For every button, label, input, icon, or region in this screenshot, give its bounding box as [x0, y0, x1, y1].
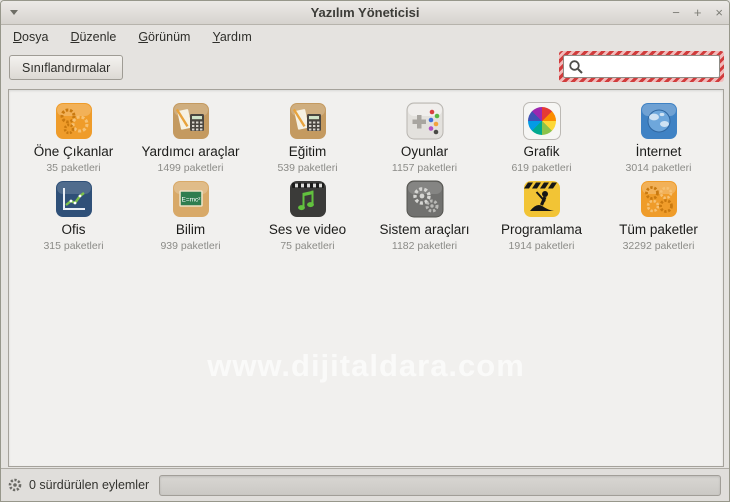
accessories-icon	[172, 103, 209, 139]
close-button[interactable]: ×	[715, 6, 723, 19]
minimize-button[interactable]: −	[672, 6, 680, 19]
watermark: www.dijitaldara.com	[207, 348, 525, 383]
category-office[interactable]: Ofis 315 paketleri	[15, 180, 132, 252]
all-packages-icon	[640, 181, 677, 218]
search-box[interactable]	[563, 55, 720, 78]
window-menu-button[interactable]	[1, 1, 27, 24]
category-count: 3014 paketleri	[625, 162, 692, 175]
menu-dosya[interactable]: Dosya	[13, 30, 48, 44]
menu-duzenle-rest: üzenle	[79, 30, 117, 44]
search-highlight-annotation	[559, 51, 724, 82]
category-name: Oyunlar	[400, 144, 449, 159]
color-wheel	[527, 107, 556, 135]
office-icon	[55, 181, 92, 218]
categories-panel: Öne Çıkanlar 35 paketleri Yardımcı araçl…	[8, 89, 724, 467]
menubar: Dosya Düzenle Görünüm Yardım	[1, 26, 729, 48]
ongoing-actions-label: 0 sürdürülen eylemler	[29, 478, 150, 492]
search-input[interactable]	[584, 59, 715, 74]
category-name: Tüm paketler	[619, 222, 698, 238]
software-manager-window: Yazılım Yöneticisi − + × Dosya Düzenle G…	[0, 0, 730, 502]
menu-dosya-accel: D	[13, 30, 23, 44]
category-count: 1157 paketleri	[391, 162, 458, 175]
category-count: 32292 paketleri	[622, 240, 695, 253]
titlebar: Yazılım Yöneticisi − + ×	[1, 1, 729, 25]
category-science[interactable]: E=mc² Bilim 939 paketleri	[132, 180, 249, 252]
menu-yardim-rest: ardım	[219, 30, 252, 44]
category-name: Öne Çıkanlar	[33, 144, 114, 159]
menu-dosya-rest: osya	[22, 30, 49, 44]
menu-gorunum-rest: örünüm	[148, 30, 191, 44]
graphics-icon	[522, 102, 561, 140]
window-title: Yazılım Yöneticisi	[310, 5, 420, 20]
category-name: İnternet	[635, 144, 682, 159]
category-count: 1182 paketleri	[391, 240, 458, 253]
search-icon	[569, 59, 583, 74]
category-count: 75 paketleri	[280, 240, 335, 253]
education-icon	[289, 103, 326, 139]
category-all-packages[interactable]: Tüm paketler 32292 paketleri	[600, 180, 717, 252]
category-system-tools[interactable]: Sistem araçları 1182 paketleri	[366, 180, 483, 252]
category-count: 35 paketleri	[46, 162, 101, 175]
category-count: 939 paketleri	[160, 240, 221, 253]
category-name: Grafik	[523, 144, 560, 159]
category-name: Yardımcı araçlar	[141, 144, 240, 159]
featured-icon	[55, 103, 92, 139]
programming-icon	[523, 181, 560, 218]
system-tools-icon	[406, 180, 443, 218]
category-graphics[interactable]: Grafik 619 paketleri	[483, 102, 600, 174]
toolbar: Sınıflandırmalar	[1, 48, 729, 89]
chevron-down-icon	[10, 10, 18, 15]
gear-icon	[8, 478, 22, 492]
menu-gorunum-accel: G	[138, 30, 149, 44]
internet-icon	[640, 103, 677, 139]
science-icon: E=mc²	[172, 181, 209, 218]
category-education[interactable]: Eğitim 539 paketleri	[249, 102, 366, 174]
category-name: Ses ve video	[268, 222, 347, 238]
category-count: 315 paketleri	[43, 240, 104, 253]
statusbar: 0 sürdürülen eylemler	[1, 468, 729, 501]
category-internet[interactable]: İnternet 3014 paketleri	[600, 102, 717, 174]
menu-yardim[interactable]: Yardım	[212, 30, 251, 44]
category-count: 539 paketleri	[277, 162, 338, 175]
menu-yardim-accel: Y	[212, 30, 220, 44]
menu-duzenle[interactable]: Düzenle	[70, 30, 116, 44]
category-count: 1499 paketleri	[157, 162, 224, 175]
category-featured[interactable]: Öne Çıkanlar 35 paketleri	[15, 102, 132, 174]
category-count: 619 paketleri	[511, 162, 572, 175]
category-sound-video[interactable]: Ses ve video 75 paketleri	[249, 180, 366, 252]
category-games[interactable]: Oyunlar 1157 paketleri	[366, 102, 483, 174]
category-name: Ofis	[61, 222, 86, 238]
games-icon	[406, 102, 443, 140]
category-count: 1914 paketleri	[508, 240, 575, 253]
category-accessories[interactable]: Yardımcı araçlar 1499 paketleri	[132, 102, 249, 174]
category-name: Sistem araçları	[379, 222, 470, 238]
categories-button[interactable]: Sınıflandırmalar	[9, 55, 124, 80]
menu-gorunum[interactable]: Görünüm	[138, 30, 190, 44]
category-grid: Öne Çıkanlar 35 paketleri Yardımcı araçl…	[9, 90, 723, 252]
svg-text:E=mc²: E=mc²	[181, 197, 201, 204]
maximize-button[interactable]: +	[694, 6, 702, 19]
category-name: Programlama	[500, 222, 583, 238]
sound-video-icon	[289, 181, 326, 218]
progress-bar	[159, 474, 721, 496]
window-controls: − + ×	[672, 1, 723, 24]
category-programming[interactable]: Programlama 1914 paketleri	[483, 180, 600, 252]
category-name: Bilim	[175, 222, 206, 238]
category-name: Eğitim	[288, 144, 327, 159]
